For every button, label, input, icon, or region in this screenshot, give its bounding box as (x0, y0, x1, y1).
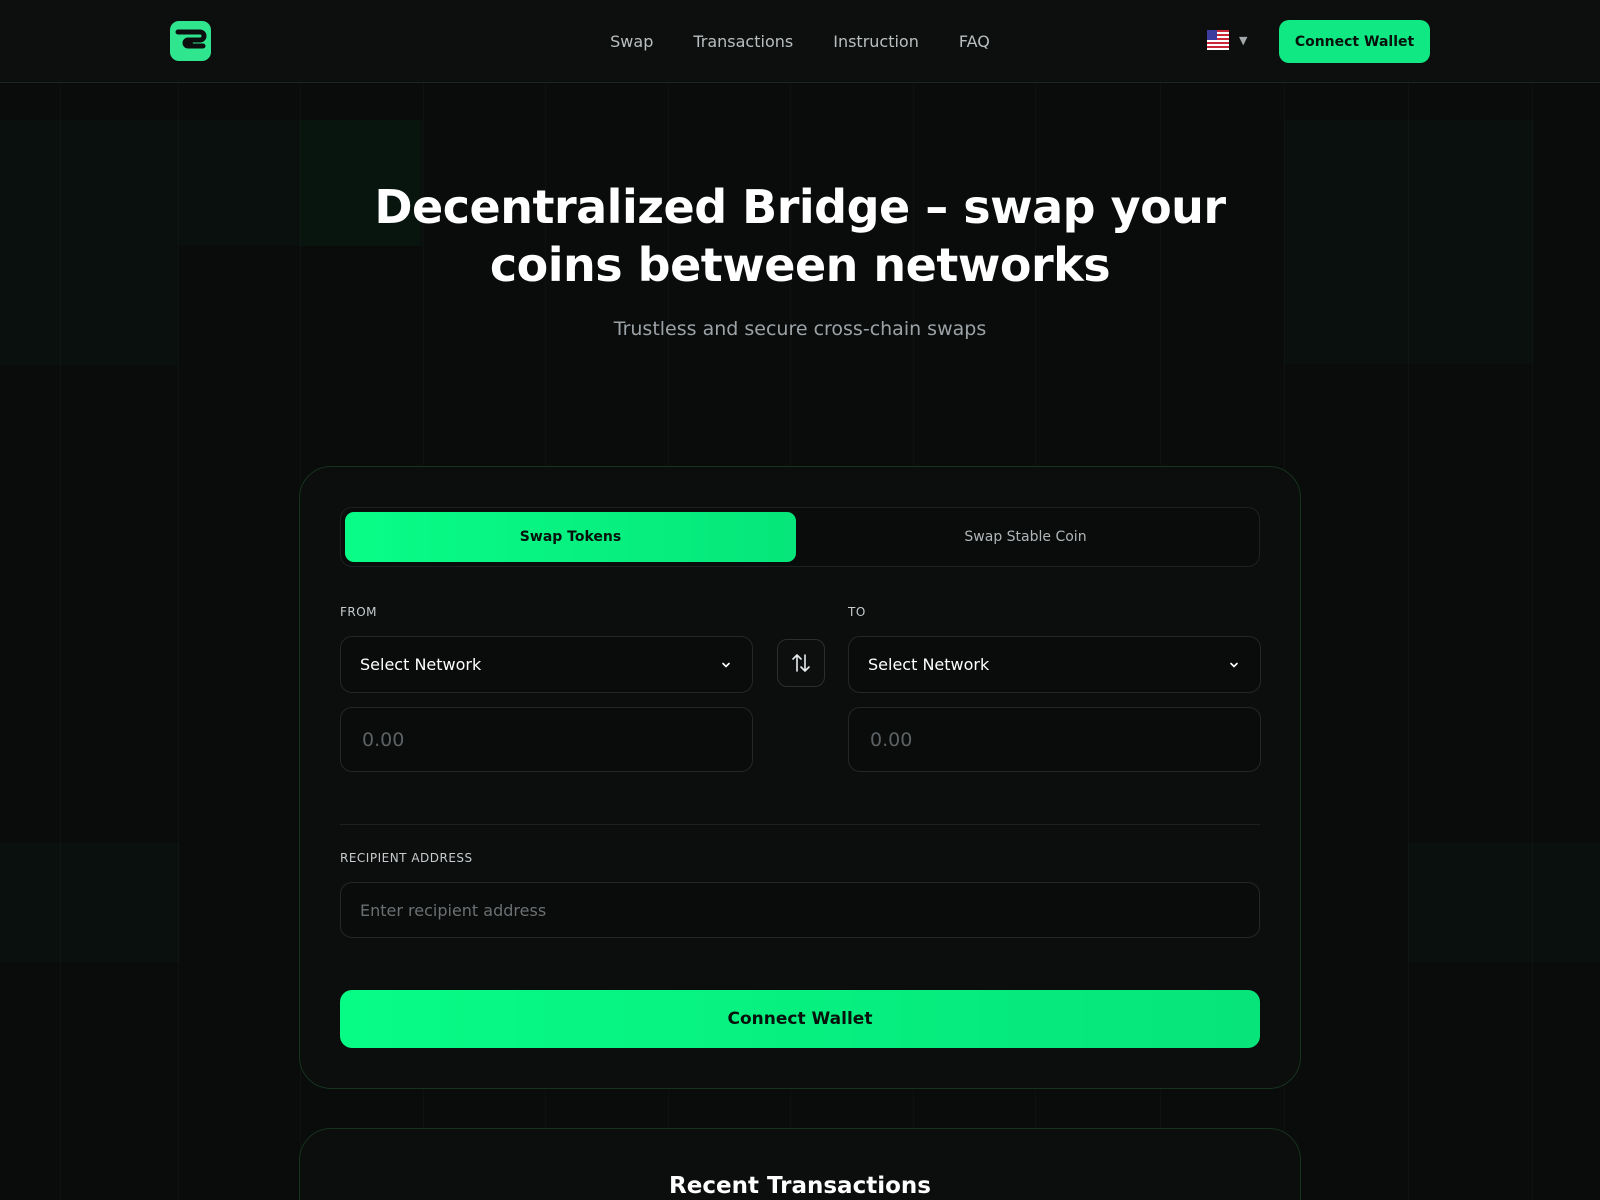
recipient-address-input[interactable] (340, 882, 1260, 938)
header-connect-wallet-button[interactable]: Connect Wallet (1279, 20, 1430, 63)
nav-swap[interactable]: Swap (610, 32, 653, 51)
nav-instruction[interactable]: Instruction (833, 32, 919, 51)
nav-faq[interactable]: FAQ (959, 32, 990, 51)
from-amount-input[interactable] (340, 707, 753, 772)
to-amount-input[interactable] (848, 707, 1261, 772)
page-title: Decentralized Bridge – swap your coins b… (374, 180, 1226, 292)
from-network-select[interactable]: Select Network (340, 636, 753, 693)
swap-card: Swap Tokens Swap Stable Coin FROM TO Sel… (299, 466, 1301, 1089)
hero: Decentralized Bridge – swap your coins b… (0, 178, 1600, 340)
tab-swap-tokens[interactable]: Swap Tokens (345, 512, 796, 562)
swap-direction-button[interactable] (777, 639, 825, 687)
recipient-label: RECIPIENT ADDRESS (340, 851, 473, 865)
to-label: TO (848, 605, 866, 619)
us-flag-icon (1207, 30, 1229, 50)
swap-arrows-icon (792, 654, 810, 672)
recent-transactions-title: Recent Transactions (669, 1173, 931, 1199)
language-selector[interactable]: ▼ (1207, 30, 1247, 50)
swap-tabs: Swap Tokens Swap Stable Coin (340, 507, 1260, 567)
divider (340, 824, 1260, 825)
tab-swap-stable-coin[interactable]: Swap Stable Coin (800, 512, 1251, 562)
nav-transactions[interactable]: Transactions (693, 32, 793, 51)
page-subtitle: Trustless and secure cross-chain swaps (613, 318, 987, 340)
chevron-down-icon: ▼ (1239, 33, 1248, 47)
top-navbar: Swap Transactions Instruction FAQ ▼ Conn… (0, 0, 1600, 83)
chevron-down-icon (722, 662, 730, 668)
from-network-value: Select Network (360, 655, 482, 674)
from-label: FROM (340, 605, 378, 619)
recent-transactions-card: Recent Transactions (299, 1128, 1301, 1200)
connect-wallet-button[interactable]: Connect Wallet (340, 990, 1260, 1048)
chevron-down-icon (1230, 662, 1238, 668)
to-network-value: Select Network (868, 655, 990, 674)
to-network-select[interactable]: Select Network (848, 636, 1261, 693)
